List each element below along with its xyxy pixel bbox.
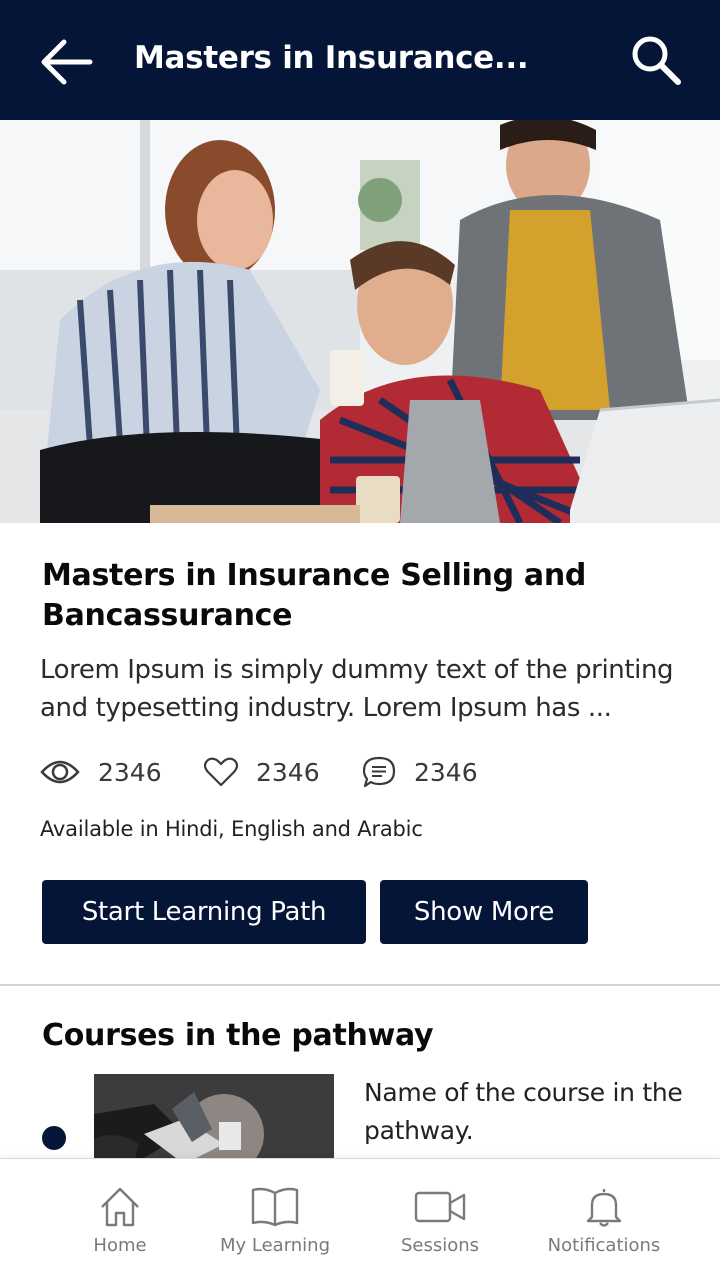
nav-sessions[interactable]: Sessions: [380, 1159, 500, 1281]
nav-notifications[interactable]: Notifications: [534, 1159, 674, 1281]
home-icon: [101, 1187, 139, 1227]
hero-image: [0, 120, 720, 523]
views-stat: 2346: [40, 752, 162, 792]
pathway-title: Courses in the pathway: [42, 1018, 434, 1053]
start-learning-path-button[interactable]: Start Learning Path: [42, 880, 366, 944]
back-button[interactable]: [36, 36, 96, 88]
nav-sessions-label: Sessions: [400, 1235, 480, 1256]
nav-home[interactable]: Home: [60, 1159, 180, 1281]
hero-photo: [0, 120, 720, 523]
course-stats: 2346 2346 2346: [40, 752, 700, 792]
section-divider: [0, 984, 720, 986]
course-name[interactable]: Name of the course in the pathway.: [364, 1074, 684, 1150]
course-description: Lorem Ipsum is simply dummy text of the …: [40, 655, 674, 723]
app-header: Masters in Insurance...: [0, 0, 720, 120]
bottom-navigation: Home My Learning Sessions Notifications: [0, 1158, 720, 1281]
likes-count: 2346: [256, 757, 320, 787]
video-camera-icon: [414, 1191, 466, 1223]
nav-my-learning-label: My Learning: [219, 1235, 331, 1256]
course-title: Masters in Insurance Selling and Bancass…: [42, 558, 587, 633]
heart-icon: [204, 757, 238, 787]
nav-my-learning[interactable]: My Learning: [205, 1159, 345, 1281]
nav-home-label: Home: [93, 1235, 147, 1256]
eye-icon: [40, 760, 80, 784]
search-icon: [632, 36, 681, 85]
pathway-bullet: [42, 1126, 66, 1150]
bell-icon: [586, 1189, 622, 1227]
comment-icon: [362, 756, 396, 788]
page-title: Masters in Insurance...: [134, 40, 529, 76]
comments-count: 2346: [414, 757, 478, 787]
likes-stat[interactable]: 2346: [204, 752, 320, 792]
arrow-left-icon: [41, 39, 93, 85]
thumbnail-photo: [94, 1074, 334, 1164]
nav-notifications-label: Notifications: [547, 1235, 661, 1256]
comments-stat[interactable]: 2346: [362, 752, 478, 792]
search-button[interactable]: [628, 32, 684, 88]
show-more-button[interactable]: Show More: [380, 880, 588, 944]
views-count: 2346: [98, 757, 162, 787]
languages-text: Available in Hindi, English and Arabic: [40, 817, 423, 841]
book-icon: [251, 1187, 299, 1227]
course-thumbnail[interactable]: [94, 1074, 334, 1164]
